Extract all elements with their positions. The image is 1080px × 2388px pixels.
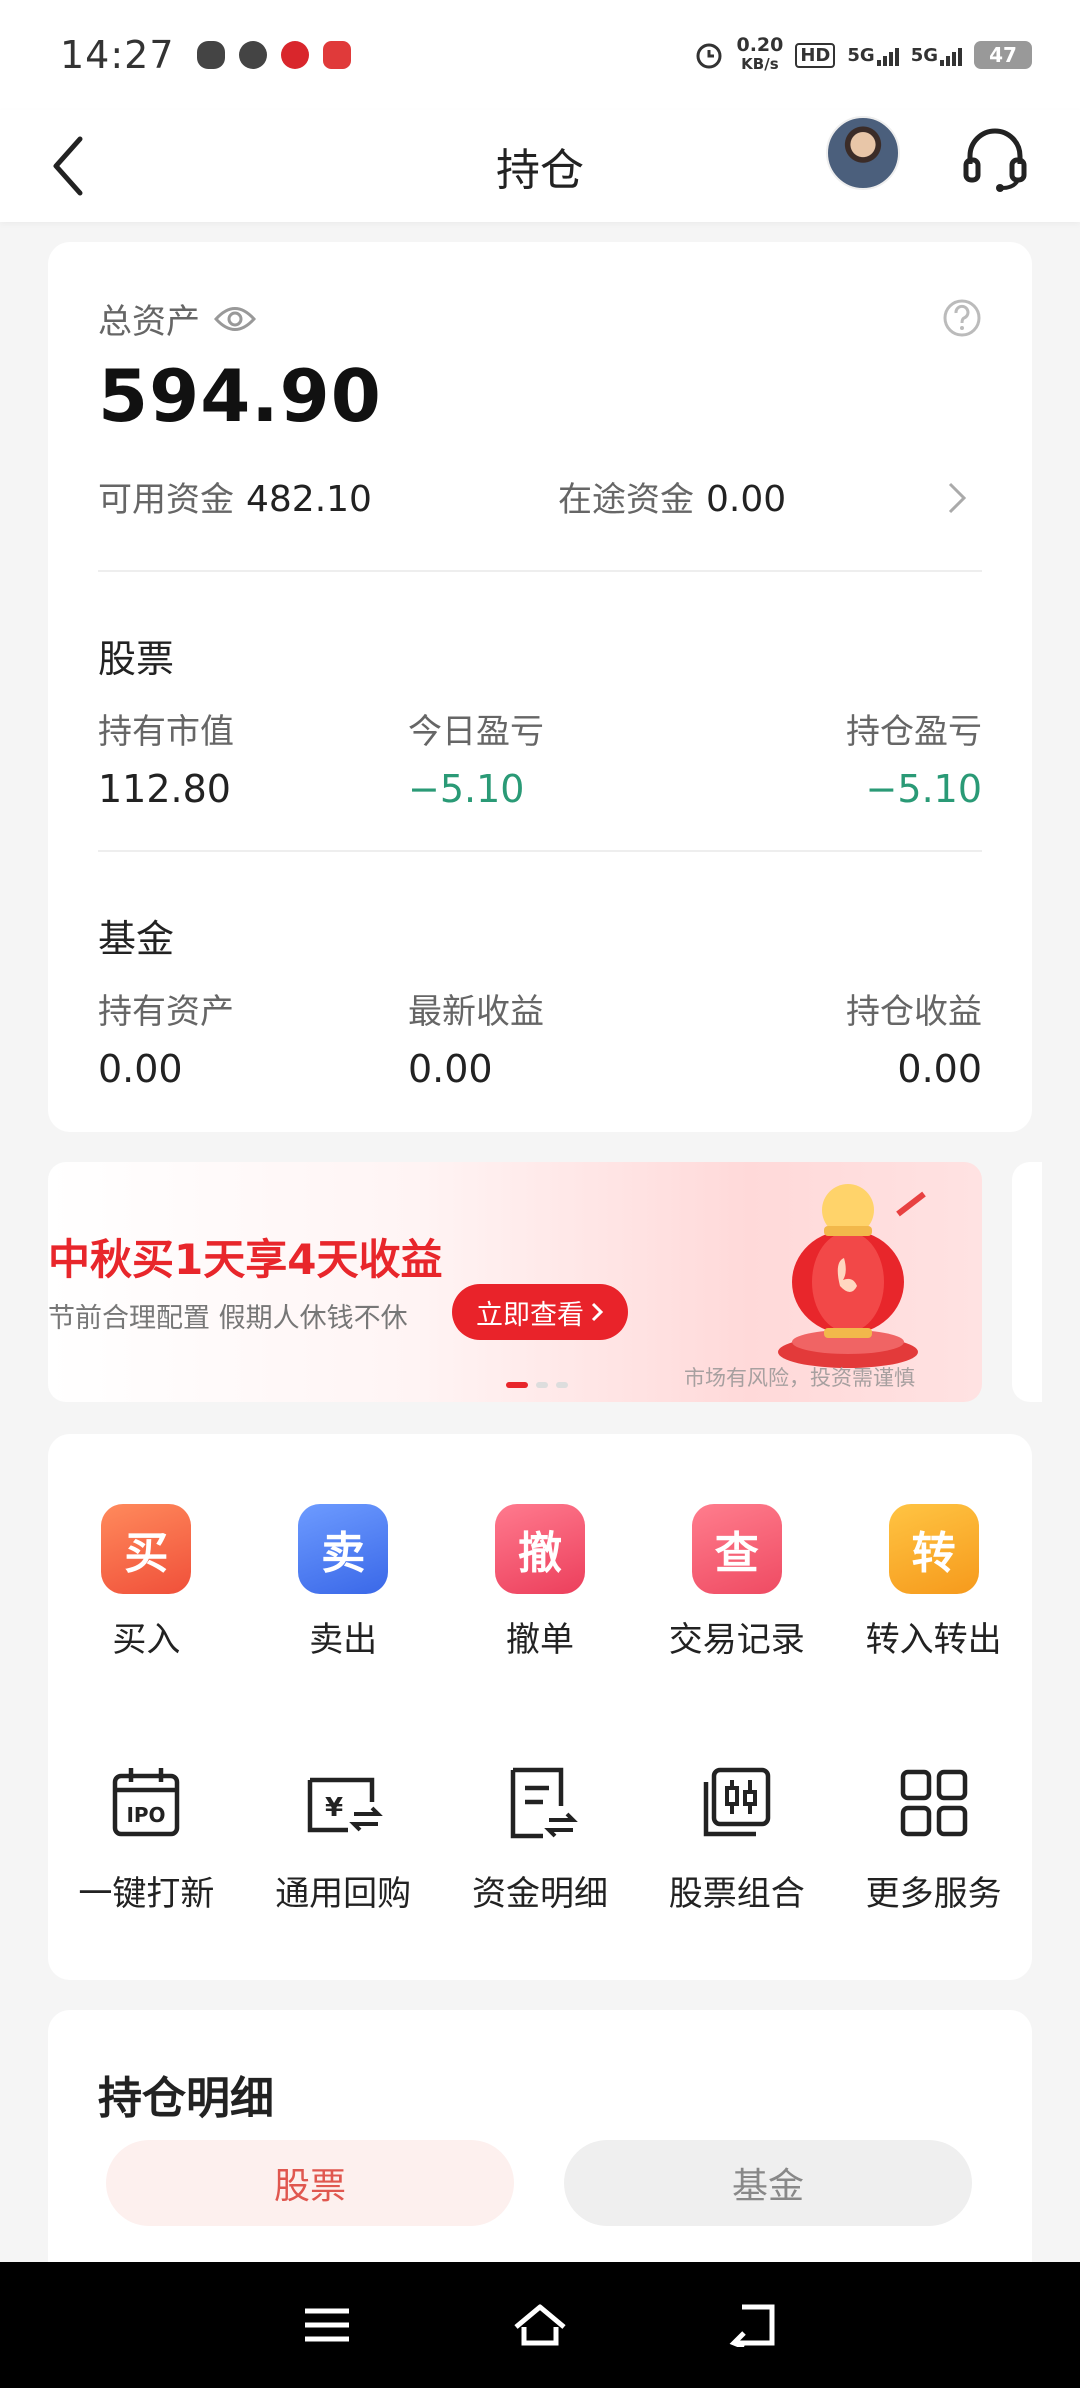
stock-market-value: 持有市值 112.80: [98, 712, 234, 811]
banner-subtitle: 节前合理配置 假期人休钱不休: [48, 1303, 408, 1334]
total-assets-label: 总资产: [98, 302, 200, 342]
carousel-indicator: [506, 1382, 568, 1388]
system-nav-bar: [0, 2262, 1080, 2388]
mid-autumn-lantern-illustration: [778, 1184, 926, 1368]
status-time: 14:27: [60, 33, 175, 77]
customer-service-headset-icon[interactable]: [960, 124, 1030, 194]
in-transit-funds[interactable]: 在途资金 0.00: [558, 472, 786, 521]
service-more[interactable]: 更多服务: [835, 1758, 1032, 1915]
home-icon: [514, 2304, 566, 2346]
fund-holding-assets: 持有资产 0.00: [98, 992, 234, 1091]
fund-detail-doc-icon: [510, 1767, 578, 1839]
securities-app-icon: [322, 41, 351, 69]
services-row: IPO 一键打新 ¥ 通用回购 资金明细 股票组合 更多服务: [48, 1758, 1032, 1915]
divider: [98, 850, 982, 852]
battery-indicator: 47: [974, 41, 1032, 69]
top-nav-bar: 持仓: [0, 110, 1080, 222]
banner-cta-button[interactable]: 立即查看: [452, 1284, 628, 1340]
carousel-dot: [536, 1382, 548, 1388]
banner-headline: 中秋买1天享4天收益: [48, 1235, 443, 1284]
trade-records-icon: 查: [691, 1504, 782, 1594]
service-stock-portfolio[interactable]: 股票组合: [638, 1758, 835, 1915]
stock-portfolio-icon: [703, 1767, 771, 1837]
cancel-order-icon: 撤: [494, 1504, 585, 1594]
svg-text:¥: ¥: [325, 1793, 343, 1823]
tab-fund[interactable]: 基金: [564, 2140, 972, 2226]
hd-badge: HD: [795, 42, 836, 68]
bank-app-icon: [280, 41, 309, 69]
page-title: 持仓: [496, 145, 584, 196]
risk-disclaimer: 市场有风险，投资需谨慎: [684, 1366, 915, 1390]
menu-icon: [304, 2308, 349, 2342]
action-sell[interactable]: 卖 卖出: [245, 1504, 442, 1661]
action-buy[interactable]: 买 买入: [48, 1504, 245, 1661]
in-transit-funds-value: 0.00: [706, 479, 787, 520]
service-repo[interactable]: ¥ 通用回购: [245, 1758, 442, 1915]
service-fund-detail[interactable]: 资金明细: [442, 1758, 639, 1915]
transfer-icon: 转: [888, 1504, 979, 1594]
alarm-icon: [696, 43, 722, 69]
fund-position-earnings: 持仓收益 0.00: [846, 992, 982, 1091]
home-button[interactable]: [510, 2295, 570, 2355]
signal-2: 5G: [911, 45, 962, 66]
status-bar: 14:27 0.20 KB/s HD 5G 5G 47: [0, 0, 1080, 110]
carousel-dot: [556, 1382, 568, 1388]
back-button[interactable]: [48, 128, 118, 204]
holdings-title: 持仓明细: [98, 2073, 274, 2124]
ipo-calendar-icon: IPO: [113, 1768, 180, 1837]
menu-button[interactable]: [297, 2295, 357, 2355]
chevron-right-icon: [591, 1302, 604, 1322]
total-assets-value: 594.90: [98, 354, 382, 438]
stock-position-pl: 持仓盈亏 −5.10: [846, 712, 982, 811]
trade-actions-row: 买 买入 卖 卖出 撤 撤单 查 交易记录 转 转入转出: [48, 1504, 1032, 1661]
message-icon: [238, 41, 267, 69]
action-cancel-order[interactable]: 撤 撤单: [442, 1504, 639, 1661]
stock-section-title: 股票: [98, 637, 175, 681]
promo-banner[interactable]: 中秋买1天享4天收益 节前合理配置 假期人休钱不休 立即查看 市场有风险，投资需…: [48, 1162, 982, 1402]
stock-today-pl: 今日盈亏 −5.10: [408, 712, 544, 811]
available-funds-value: 482.10: [246, 479, 372, 520]
trade-actions-card: 买 买入 卖 卖出 撤 撤单 查 交易记录 转 转入转出 IPO 一键打新 ¥ …: [48, 1434, 1032, 1980]
repo-yen-icon: ¥: [307, 1777, 384, 1833]
signal-1: 5G: [847, 45, 899, 66]
fund-section-title: 基金: [98, 917, 175, 961]
asset-summary-card: 总资产 594.90 可用资金 482.10 在途资金 0.00 股票 持有市值…: [48, 242, 1032, 1132]
wechat-icon: [196, 41, 225, 69]
tab-stock[interactable]: 股票: [106, 2140, 514, 2226]
eye-icon[interactable]: [214, 304, 256, 334]
network-speed: 0.20 KB/s: [736, 34, 784, 74]
action-trade-records[interactable]: 查 交易记录: [638, 1504, 835, 1661]
chevron-left-icon: [53, 136, 83, 196]
help-question-icon[interactable]: [942, 298, 982, 338]
sell-icon: 卖: [298, 1504, 389, 1594]
grid-more-icon: [900, 1769, 967, 1837]
svg-text:IPO: IPO: [127, 1803, 166, 1827]
action-transfer[interactable]: 转 转入转出: [835, 1504, 1032, 1661]
chevron-right-icon[interactable]: [942, 478, 972, 518]
total-assets-header: 总资产: [98, 294, 256, 343]
user-avatar[interactable]: [826, 116, 900, 190]
buy-icon: 买: [101, 1504, 192, 1594]
service-ipo[interactable]: IPO 一键打新: [48, 1758, 245, 1915]
back-nav-button[interactable]: [723, 2295, 783, 2355]
fund-latest-earnings: 最新收益 0.00: [408, 992, 544, 1091]
notification-icons: [196, 41, 351, 69]
divider: [98, 570, 982, 572]
next-banner-peek[interactable]: [1012, 1162, 1042, 1402]
carousel-dot-active: [506, 1382, 528, 1388]
available-funds: 可用资金 482.10: [98, 479, 372, 520]
return-icon: [729, 2304, 775, 2347]
